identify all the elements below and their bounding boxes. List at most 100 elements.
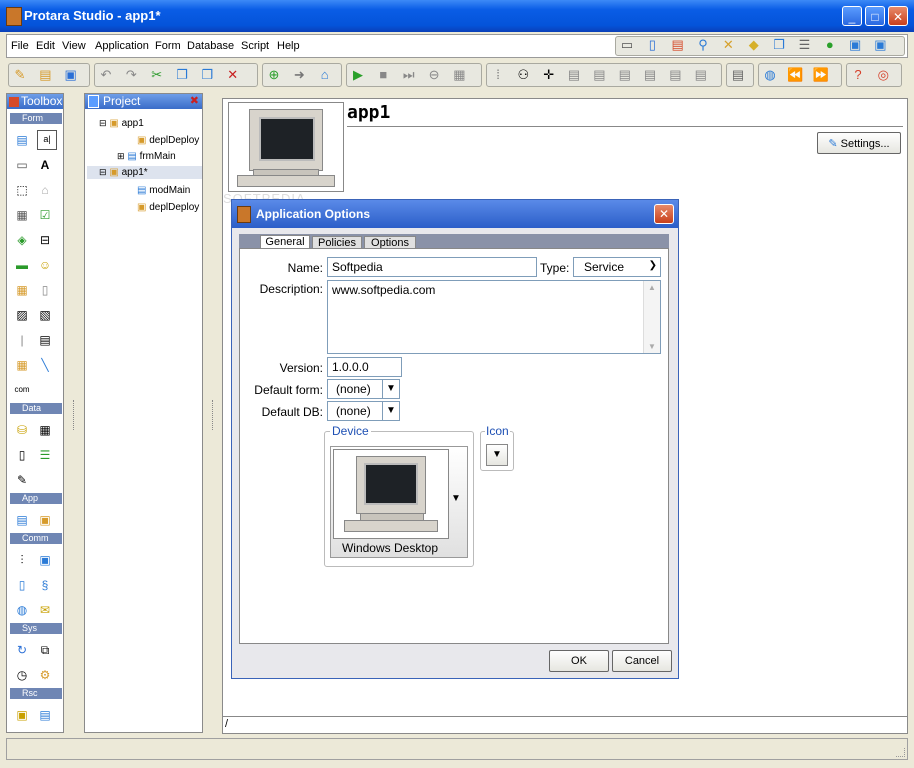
splitter-grip[interactable] [212,400,215,430]
tree-item[interactable]: ⊟ ▣ app1 [99,118,144,129]
list-tool-icon[interactable]: ▦ [14,207,30,223]
type-dropdown[interactable]: Service ❯ [573,257,661,277]
tree-item[interactable]: ⊞ ▤ frmMain [117,151,176,162]
toggle-tool-icon[interactable]: ▬ [14,257,30,273]
collapse-icon[interactable]: ⊟ [99,167,107,177]
menu-application[interactable]: Application [95,40,149,52]
help-icon[interactable]: ? [850,67,866,83]
scroll-up-icon[interactable]: ▲ [648,283,656,292]
module-tool-icon[interactable]: ▤ [14,512,30,528]
default-db-dropdown[interactable]: (none) [327,401,383,421]
timer-tool-icon[interactable]: ◷ [14,667,30,683]
toolbox-category-comm[interactable]: Comm [10,533,62,544]
align-top-icon[interactable]: ▤ [642,67,658,83]
resource-file-tool-icon[interactable]: ▤ [37,707,53,723]
serial-tool-icon[interactable]: ⫶ [14,552,30,568]
align-center-icon[interactable]: ▤ [591,67,607,83]
save-icon[interactable]: ▣ [63,67,79,83]
socket-tool-icon[interactable]: ▯ [14,577,30,593]
field-tool-icon[interactable]: ▯ [14,447,30,463]
device-selector[interactable]: ▼ Windows Desktop [330,446,468,558]
tools-icon[interactable]: ✕ [720,37,736,53]
list-icon[interactable]: ☰ [796,37,812,53]
paste-icon[interactable]: ❒ [199,67,215,83]
stop-icon[interactable]: ■ [375,67,391,83]
grid-tool-icon[interactable]: ▦ [14,282,30,298]
toolbox-category-sys[interactable]: Sys [10,623,62,634]
toolbox-category-app[interactable]: App [10,493,62,504]
toolbox-icon[interactable]: ▤ [670,37,686,53]
picture-tool-icon[interactable]: ▧ [37,307,53,323]
tree-item[interactable]: ▤ modMain [137,185,190,196]
forward-icon[interactable]: ➜ [291,67,307,83]
cancel-button[interactable]: Cancel [612,650,672,672]
default-form-chevron-down-icon[interactable]: ▼ [382,379,400,399]
menu-database[interactable]: Database [187,40,234,52]
frame-tool-icon[interactable]: ⬚ [14,182,30,198]
screen-icon[interactable]: ▣ [847,37,863,53]
align-left-icon[interactable]: ▤ [566,67,582,83]
cut-icon[interactable]: ✂ [149,67,165,83]
add-icon[interactable]: ⊕ [266,67,282,83]
default-form-dropdown[interactable]: (none) [327,379,383,399]
text-tool-icon[interactable]: A [37,157,53,173]
copy-icon[interactable]: ❐ [174,67,190,83]
step-icon[interactable]: ⏭ [401,67,417,83]
maximize-button[interactable]: □ [865,6,885,26]
refresh-tool-icon[interactable]: ↻ [14,642,30,658]
image-tool-icon[interactable]: ▨ [14,307,30,323]
name-field[interactable]: Softpedia [327,257,537,277]
grid-icon[interactable]: ⁞ [490,67,506,83]
device-chevron-down-icon[interactable]: ▼ [451,493,461,504]
default-db-chevron-down-icon[interactable]: ▼ [382,401,400,421]
next-icon[interactable]: ⏩ [813,67,829,83]
new-file-icon[interactable]: ✎ [12,67,28,83]
find-icon[interactable]: ⚲ [695,37,711,53]
table-tool-icon[interactable]: ▦ [37,422,53,438]
scroll-down-icon[interactable]: ▼ [648,342,656,351]
link-tool-icon[interactable]: ╲ [37,357,53,373]
close-button[interactable]: ✕ [888,6,908,26]
toolbox-category-rsc[interactable]: Rsc [10,688,62,699]
icon-chevron-down-icon[interactable]: ▼ [486,444,508,466]
line-tool-icon[interactable]: | [14,332,30,348]
minimize-button[interactable]: _ [842,6,862,26]
process-tool-icon[interactable]: ⧉ [37,642,53,658]
radio-tool-icon[interactable]: ◈ [14,232,30,248]
monitor-icon[interactable]: ▣ [872,37,888,53]
page-icon[interactable]: ▯ [644,37,660,53]
splitter-grip[interactable] [73,400,76,430]
calendar-tool-icon[interactable]: ▦ [14,357,30,373]
label-tool-icon[interactable]: a| [37,130,57,150]
query-tool-icon[interactable]: ☰ [37,447,53,463]
tree-item[interactable]: ▣ deplDeploy [137,135,199,146]
support-icon[interactable]: ◎ [875,67,891,83]
menu-edit[interactable]: Edit [36,40,55,52]
menu-file[interactable]: File [11,40,29,52]
package-tool-icon[interactable]: ▣ [37,512,53,528]
shape-tool-icon[interactable]: ⌂ [37,182,53,198]
group-icon[interactable]: ⚇ [515,67,531,83]
run-icon[interactable]: ▶ [350,67,366,83]
form-tool-icon[interactable]: ▤ [14,132,30,148]
menu-view[interactable]: View [62,40,86,52]
tree-item-selected[interactable]: ⊟ ▣ app1* [87,166,202,179]
tree-item[interactable]: ▣ deplDeploy [137,202,199,213]
collapse-icon[interactable]: ⊟ [99,118,107,128]
redo-icon[interactable]: ↷ [123,67,139,83]
connect-tool-icon[interactable]: § [37,577,53,593]
date-tool-icon[interactable]: ▤ [37,332,53,348]
layout-icon[interactable]: ▭ [619,37,635,53]
back-icon[interactable]: ⏪ [787,67,803,83]
open-file-icon[interactable]: ▤ [37,67,53,83]
checkbox-tool-icon[interactable]: ☑ [37,207,53,223]
windows-icon[interactable]: ❐ [771,37,787,53]
delete-icon[interactable]: ✕ [225,67,241,83]
menu-form[interactable]: Form [155,40,181,52]
resource-tool-icon[interactable]: ▣ [14,707,30,723]
align-right-icon[interactable]: ▤ [617,67,633,83]
smiley-tool-icon[interactable]: ☺ [37,257,53,273]
com-tool-icon[interactable]: com [14,382,30,398]
edit-data-tool-icon[interactable]: ✎ [14,472,30,488]
tab-general[interactable]: General [260,235,310,249]
